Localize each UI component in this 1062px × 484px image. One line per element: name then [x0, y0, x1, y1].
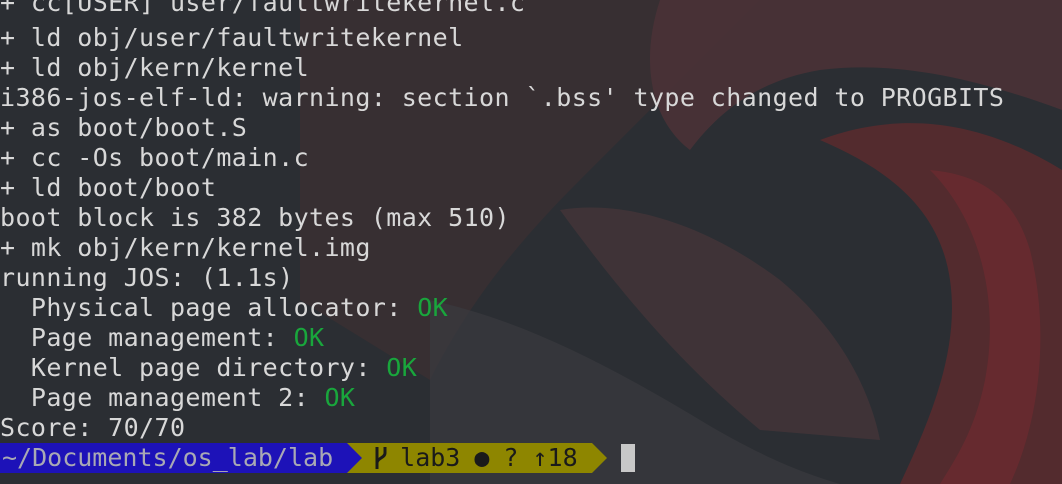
git-dirty-marker: ● [474, 443, 490, 472]
terminal-line: + ld obj/kern/kernel [0, 53, 310, 82]
prompt-cwd-segment: ~/Documents/os_lab/lab [0, 443, 348, 473]
terminal-line: + cc[USER] user/faultwritekernel.c [0, 0, 526, 17]
score-line: Score: 70/70 [0, 413, 186, 442]
git-branch-icon [375, 447, 387, 469]
terminal-cursor[interactable] [620, 444, 635, 472]
terminal-line: + as boot/boot.S [0, 113, 248, 142]
terminal-line: i386-jos-elf-ld: warning: section `.bss'… [0, 83, 1005, 112]
terminal-line: boot block is 382 bytes (max 510) [0, 203, 510, 232]
grade-line: Page management: OK [0, 323, 324, 353]
grade-status-ok: OK [293, 323, 325, 352]
grade-line: Physical page allocator: OK [0, 293, 448, 323]
terminal-line: + ld boot/boot [0, 173, 217, 202]
git-untracked-marker: ? [503, 443, 519, 472]
grade-status-ok: OK [324, 383, 356, 412]
grade-label: Page management 2: [0, 383, 325, 412]
prompt-separator-arrow [347, 443, 363, 473]
cwd-path: ~/Documents/os_lab/lab [2, 443, 334, 472]
terminal-line: running JOS: (1.1s) [0, 263, 294, 292]
grade-label: Physical page allocator: [0, 293, 418, 322]
shell-prompt: ~/Documents/os_lab/lab lab3 ● ? ↑18 [0, 443, 635, 473]
prompt-separator-arrow [591, 443, 607, 473]
grade-status-ok: OK [386, 353, 418, 382]
grade-label: Page management: [0, 323, 294, 352]
grade-line: Page management 2: OK [0, 383, 355, 413]
prompt-git-segment: lab3 ● ? ↑18 [362, 443, 592, 473]
terminal-line: + mk obj/kern/kernel.img [0, 233, 371, 262]
grade-line: Kernel page directory: OK [0, 353, 417, 383]
grade-status-ok: OK [417, 293, 449, 322]
terminal-line: + ld obj/user/faultwritekernel [0, 23, 464, 52]
git-ahead-count: ↑18 [532, 443, 578, 472]
terminal-line: + cc -Os boot/main.c [0, 143, 310, 172]
git-branch-name: lab3 [400, 443, 461, 472]
terminal-window[interactable]: + cc[USER] user/faultwritekernel.c + ld … [0, 0, 1062, 484]
grade-label: Kernel page directory: [0, 353, 387, 382]
